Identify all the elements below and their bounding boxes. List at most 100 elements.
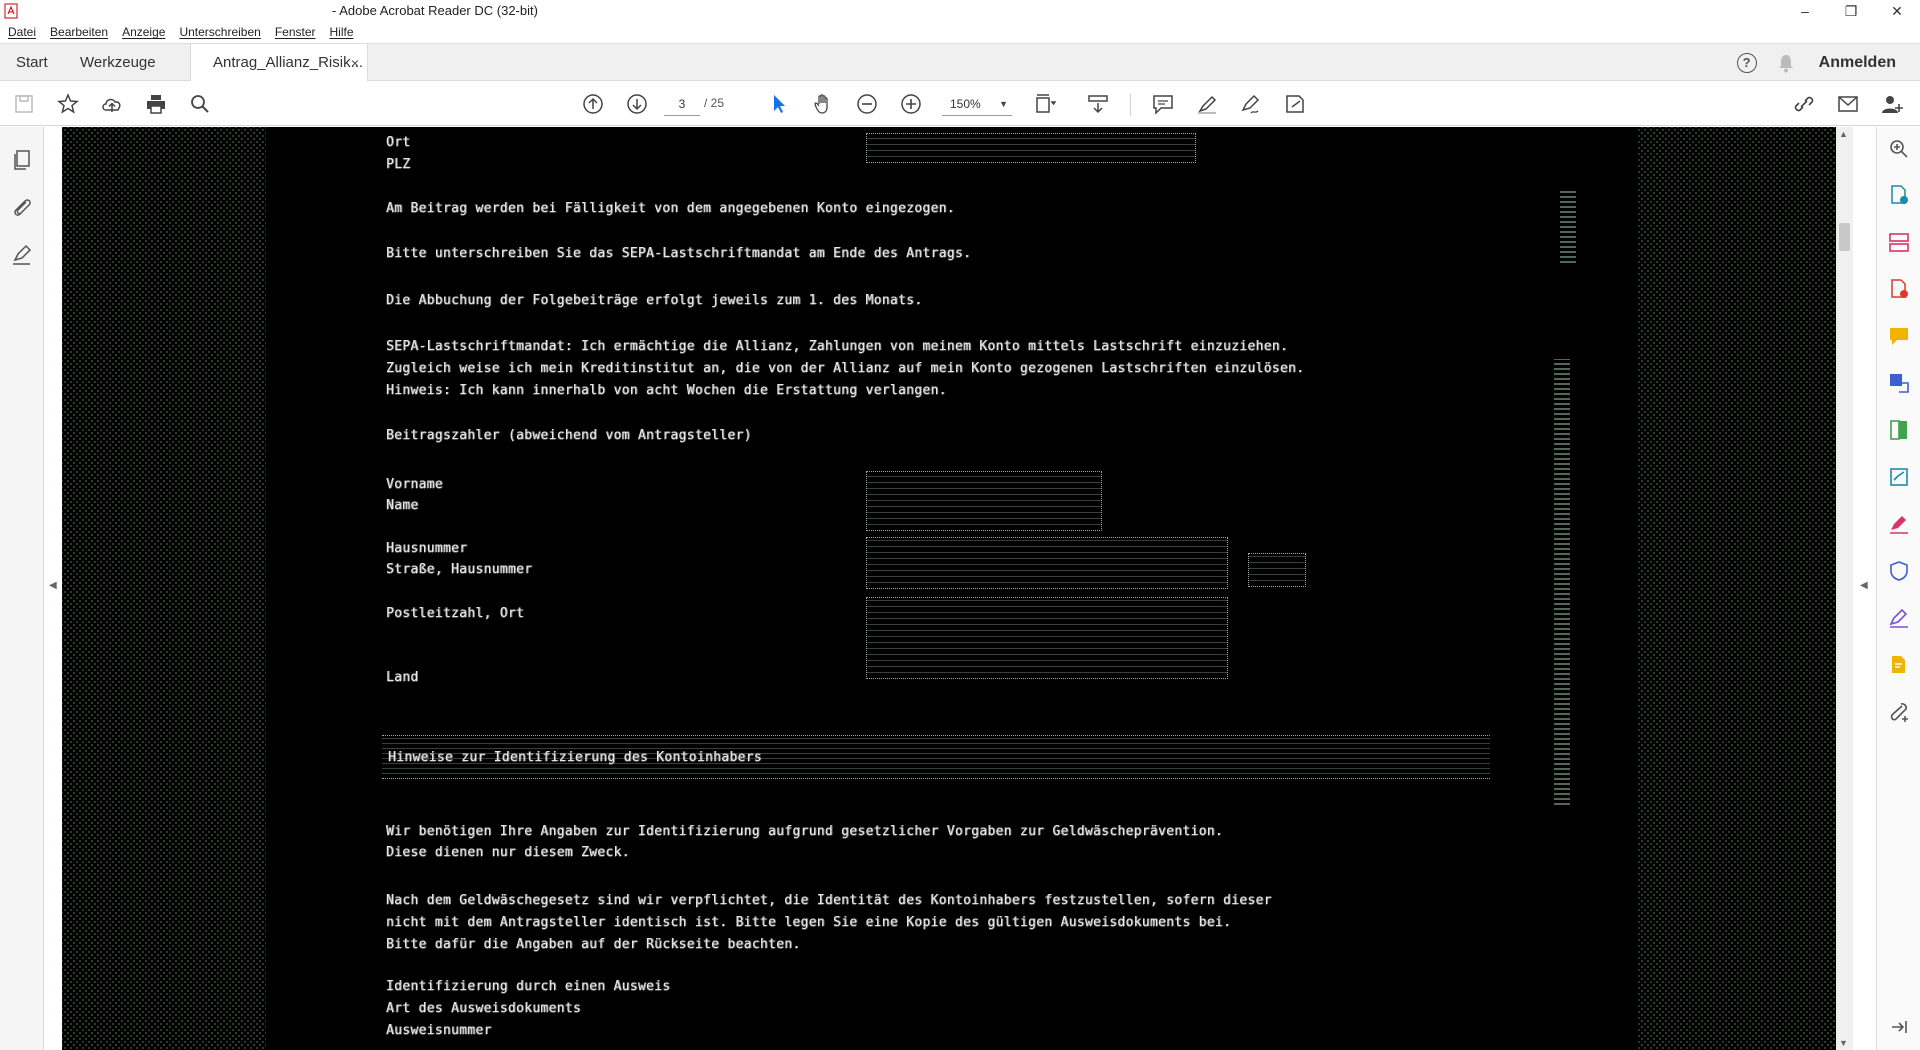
doc-line: Nach dem Geldwäschegesetz sind wir verpf… — [386, 893, 1272, 908]
tab-bar: Start Werkzeuge Antrag_Allianz_Risik... … — [0, 43, 1920, 81]
window-title: - Adobe Acrobat Reader DC (32-bit) — [332, 3, 538, 18]
page-total: / 25 — [704, 96, 725, 110]
send-for-review-icon[interactable] — [1887, 371, 1911, 395]
tab-document-label: Antrag_Allianz_Risik... — [213, 54, 364, 71]
scroll-thumb[interactable] — [1839, 223, 1850, 251]
organize-pages-icon[interactable] — [1887, 230, 1911, 254]
doc-line: Am Beitrag werden bei Fälligkeit von dem… — [386, 201, 955, 216]
minimize-button[interactable]: – — [1782, 0, 1828, 22]
toolbar: 3 / 25 150% ▼ — [0, 82, 1920, 126]
tab-document[interactable]: Antrag_Allianz_Risik... × — [190, 44, 368, 81]
scroll-mode-icon[interactable] — [1086, 92, 1110, 116]
menu-datei[interactable]: Datei — [8, 25, 36, 39]
doc-line: Straße, Hausnummer — [386, 562, 533, 577]
doc-line: Name — [386, 498, 419, 513]
doc-line: Ort — [386, 135, 411, 150]
comment-icon[interactable] — [1151, 92, 1175, 116]
hand-tool-icon[interactable] — [811, 92, 835, 116]
menu-unterschreiben[interactable]: Unterschreiben — [179, 25, 260, 39]
page-margin-pattern — [1630, 127, 1836, 1050]
previous-page-icon[interactable] — [581, 92, 605, 116]
doc-line: Wir benötigen Ihre Angaben zur Identifiz… — [386, 824, 1224, 839]
form-field[interactable] — [866, 597, 1228, 679]
doc-line: Diese dienen nur diesem Zweck. — [386, 845, 630, 860]
comment-tool-icon[interactable] — [1887, 324, 1911, 348]
bell-icon[interactable] — [1777, 53, 1795, 73]
menu-fenster[interactable]: Fenster — [275, 25, 316, 39]
left-side-panel — [0, 127, 44, 1050]
compare-files-icon[interactable] — [1887, 418, 1911, 442]
fill-sign-icon[interactable] — [1887, 465, 1911, 489]
acrobat-app-icon — [4, 3, 18, 19]
doc-line: Vorname — [386, 477, 443, 492]
attachment-icon[interactable] — [10, 195, 34, 219]
email-icon[interactable] — [1836, 92, 1860, 116]
right-panel-collapse-icon[interactable]: ◀ — [1860, 580, 1868, 591]
close-button[interactable]: ✕ — [1874, 0, 1920, 22]
doc-line: Hausnummer — [386, 541, 468, 556]
certificate-pen-icon[interactable] — [1887, 606, 1911, 630]
zoom-value: 150% — [950, 97, 981, 111]
menu-anzeige[interactable]: Anzeige — [122, 25, 165, 39]
form-field[interactable] — [866, 537, 1228, 589]
zoom-select[interactable]: 150% ▼ — [942, 92, 1012, 116]
scroll-down-icon[interactable]: ▼ — [1839, 1038, 1848, 1048]
pdf-page: Ort PLZ Am Beitrag werden bei Fälligkeit… — [266, 127, 1638, 1050]
side-barcode — [1554, 359, 1570, 805]
vertical-scrollbar[interactable]: ▲ ▼ — [1836, 127, 1853, 1050]
page-margin-pattern — [62, 127, 268, 1050]
zoom-search-icon[interactable] — [1887, 137, 1911, 161]
title-bar: - Adobe Acrobat Reader DC (32-bit) – ❐ ✕ — [0, 0, 1920, 22]
export-pdf-icon[interactable] — [1887, 277, 1911, 301]
menu-hilfe[interactable]: Hilfe — [330, 25, 354, 39]
sign-tool-icon[interactable] — [1887, 512, 1911, 536]
doc-line: Bitte dafür die Angaben auf der Rückseit… — [386, 937, 801, 952]
menu-bearbeiten[interactable]: Bearbeiten — [50, 25, 108, 39]
section-heading: Hinweise zur Identifizierung des Kontoin… — [388, 750, 762, 765]
doc-line: nicht mit dem Antragsteller identisch is… — [386, 915, 1232, 930]
protect-shield-icon[interactable] — [1887, 559, 1911, 583]
right-tools-panel — [1876, 127, 1920, 1050]
doc-line: Die Abbuchung der Folgebeiträge erfolgt … — [386, 293, 923, 308]
tab-start[interactable]: Start — [16, 44, 48, 81]
signature-panel-icon[interactable] — [10, 243, 34, 267]
star-icon[interactable] — [56, 92, 80, 116]
next-page-icon[interactable] — [625, 92, 649, 116]
zoom-in-icon[interactable] — [899, 92, 923, 116]
form-field[interactable] — [866, 133, 1196, 163]
doc-line: PLZ — [386, 157, 411, 172]
signin-button[interactable]: Anmelden — [1819, 54, 1896, 72]
save-icon[interactable] — [12, 92, 36, 116]
tab-close-icon[interactable]: × — [351, 55, 359, 71]
page-number-input[interactable]: 3 — [664, 92, 700, 116]
collapse-tools-icon[interactable] — [1887, 1015, 1911, 1039]
create-pdf-icon[interactable] — [1887, 183, 1911, 207]
toolbar-divider — [1130, 94, 1131, 116]
form-field[interactable] — [1248, 553, 1306, 587]
chevron-down-icon: ▼ — [999, 99, 1008, 109]
search-icon[interactable] — [188, 92, 212, 116]
prepare-form-icon[interactable] — [1887, 653, 1911, 677]
share-edit-icon[interactable] — [1283, 92, 1307, 116]
help-icon[interactable]: ? — [1736, 52, 1757, 73]
print-icon[interactable] — [144, 92, 168, 116]
select-cursor-icon[interactable] — [767, 92, 791, 116]
sign-pen-icon[interactable] — [1239, 92, 1263, 116]
doc-line: Hinweis: Ich kann innerhalb von acht Woc… — [386, 383, 947, 398]
form-field[interactable] — [866, 471, 1102, 531]
side-barcode — [1560, 191, 1576, 263]
page-fit-icon[interactable] — [1032, 92, 1056, 116]
zoom-out-icon[interactable] — [855, 92, 879, 116]
cloud-upload-icon[interactable] — [100, 92, 124, 116]
link-icon[interactable] — [1792, 92, 1816, 116]
doc-line: Bitte unterschreiben Sie das SEPA-Lastsc… — [386, 246, 972, 261]
more-tools-icon[interactable] — [1887, 700, 1911, 724]
maximize-button[interactable]: ❐ — [1828, 0, 1874, 22]
pages-icon[interactable] — [10, 148, 34, 172]
highlight-pen-icon[interactable] — [1195, 92, 1219, 116]
document-view[interactable]: Ort PLZ Am Beitrag werden bei Fälligkeit… — [62, 127, 1836, 1050]
tab-tools[interactable]: Werkzeuge — [80, 44, 156, 81]
add-user-icon[interactable] — [1880, 92, 1904, 116]
left-panel-collapse-icon[interactable]: ◀ — [49, 580, 57, 591]
scroll-up-icon[interactable]: ▲ — [1839, 129, 1848, 139]
